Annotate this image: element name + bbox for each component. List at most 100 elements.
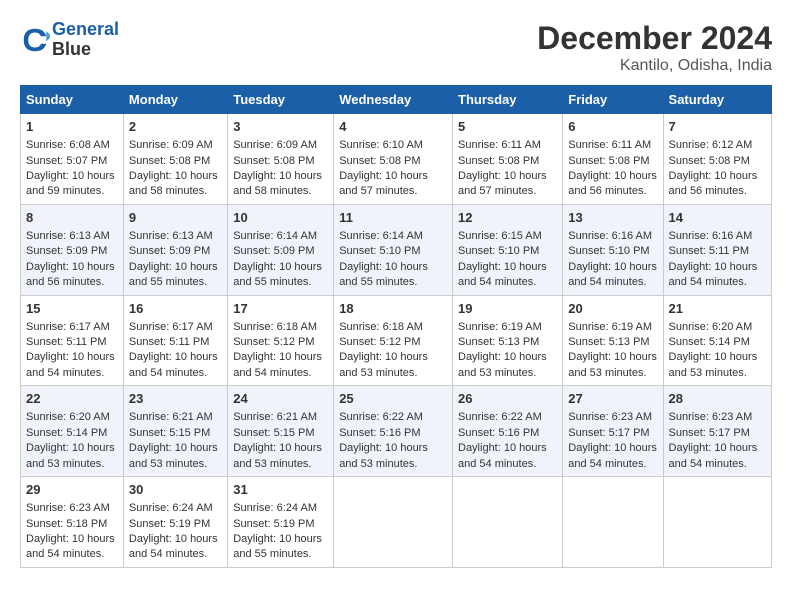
day-number: 15 — [26, 300, 118, 318]
sunrise-text: Sunrise: 6:21 AM — [233, 411, 317, 423]
day-number: 26 — [458, 390, 557, 408]
sunrise-text: Sunrise: 6:24 AM — [129, 502, 213, 514]
sunrise-text: Sunrise: 6:22 AM — [458, 411, 542, 423]
sunset-text: Sunset: 5:10 PM — [458, 245, 539, 257]
sunset-text: Sunset: 5:18 PM — [26, 518, 107, 530]
daylight-text: Daylight: 10 hours and 57 minutes. — [339, 170, 428, 197]
week-row-2: 8 Sunrise: 6:13 AM Sunset: 5:09 PM Daylight… — [21, 204, 772, 295]
sunrise-text: Sunrise: 6:22 AM — [339, 411, 423, 423]
daylight-text: Daylight: 10 hours and 54 minutes. — [669, 442, 758, 469]
daylight-text: Daylight: 10 hours and 54 minutes. — [568, 442, 657, 469]
sunrise-text: Sunrise: 6:21 AM — [129, 411, 213, 423]
sunset-text: Sunset: 5:15 PM — [129, 427, 210, 439]
sunrise-text: Sunrise: 6:23 AM — [669, 411, 753, 423]
sunset-text: Sunset: 5:14 PM — [669, 336, 750, 348]
sunset-text: Sunset: 5:08 PM — [458, 155, 539, 167]
sunset-text: Sunset: 5:10 PM — [568, 245, 649, 257]
daylight-text: Daylight: 10 hours and 54 minutes. — [26, 351, 115, 378]
day-number: 19 — [458, 300, 557, 318]
sunrise-text: Sunrise: 6:17 AM — [129, 321, 213, 333]
sunrise-text: Sunrise: 6:20 AM — [669, 321, 753, 333]
sunset-text: Sunset: 5:17 PM — [669, 427, 750, 439]
title-area: December 2024 Kantilo, Odisha, India — [537, 20, 772, 75]
day-number: 28 — [669, 390, 766, 408]
day-number: 5 — [458, 118, 557, 136]
sunset-text: Sunset: 5:08 PM — [339, 155, 420, 167]
calendar-cell: 19Sunrise: 6:19 AMSunset: 5:13 PMDayligh… — [453, 295, 563, 386]
calendar-cell: 21Sunrise: 6:20 AMSunset: 5:14 PMDayligh… — [663, 295, 771, 386]
sunrise-text: Sunrise: 6:20 AM — [26, 411, 110, 423]
calendar-cell: 30Sunrise: 6:24 AMSunset: 5:19 PMDayligh… — [123, 477, 227, 568]
day-number: 29 — [26, 481, 118, 499]
sunset-text: Sunset: 5:08 PM — [568, 155, 649, 167]
sunset-text: Sunset: 5:09 PM — [129, 245, 210, 257]
calendar-cell: 15Sunrise: 6:17 AMSunset: 5:11 PMDayligh… — [21, 295, 124, 386]
sunset-text: Sunset: 5:14 PM — [26, 427, 107, 439]
calendar-cell: 14Sunrise: 6:16 AMSunset: 5:11 PMDayligh… — [663, 204, 771, 295]
daylight-text: Daylight: 10 hours and 56 minutes. — [568, 170, 657, 197]
day-number: 3 — [233, 118, 328, 136]
day-number: 21 — [669, 300, 766, 318]
calendar-cell: 24Sunrise: 6:21 AMSunset: 5:15 PMDayligh… — [228, 386, 334, 477]
calendar-cell: 23 Sunrise: 6:21 AM Sunset: 5:15 PM Dayligh… — [123, 386, 227, 477]
day-header-wednesday: Wednesday — [334, 86, 453, 114]
calendar-cell: 22Sunrise: 6:20 AMSunset: 5:14 PMDayligh… — [21, 386, 124, 477]
sunrise-text: Sunrise: 6:14 AM — [339, 230, 423, 242]
sunrise-text: Sunrise: 6:08 AM — [26, 139, 110, 151]
sunrise-text: Sunrise: 6:15 AM — [458, 230, 542, 242]
daylight-text: Daylight: 10 hours and 56 minutes. — [669, 170, 758, 197]
sunrise-text: Sunrise: 6:12 AM — [669, 139, 753, 151]
logo-icon — [20, 25, 50, 55]
sunrise-text: Sunrise: 6:19 AM — [568, 321, 652, 333]
daylight-text: Daylight: 10 hours and 57 minutes. — [458, 170, 547, 197]
sunset-text: Sunset: 5:19 PM — [129, 518, 210, 530]
day-header-tuesday: Tuesday — [228, 86, 334, 114]
daylight-text: Daylight: 10 hours and 55 minutes. — [233, 533, 322, 560]
daylight-text: Daylight: 10 hours and 58 minutes. — [233, 170, 322, 197]
sunset-text: Sunset: 5:15 PM — [233, 427, 314, 439]
calendar-cell: 26Sunrise: 6:22 AMSunset: 5:16 PMDayligh… — [453, 386, 563, 477]
subtitle: Kantilo, Odisha, India — [537, 57, 772, 75]
day-header-thursday: Thursday — [453, 86, 563, 114]
sunrise-text: Sunrise: 6:13 AM — [26, 230, 110, 242]
sunset-text: Sunset: 5:08 PM — [233, 155, 314, 167]
sunrise-text: Sunrise: 6:11 AM — [568, 139, 651, 151]
calendar-cell: 8Sunrise: 6:13 AMSunset: 5:09 PMDaylight… — [21, 204, 124, 295]
calendar-cell: 29Sunrise: 6:23 AMSunset: 5:18 PMDayligh… — [21, 477, 124, 568]
sunrise-text: Sunrise: 6:23 AM — [26, 502, 110, 514]
daylight-text: Daylight: 10 hours and 53 minutes. — [233, 442, 322, 469]
sunrise-text: Sunrise: 6:16 AM — [568, 230, 652, 242]
calendar-cell: 13Sunrise: 6:16 AMSunset: 5:10 PMDayligh… — [563, 204, 663, 295]
sunset-text: Sunset: 5:13 PM — [458, 336, 539, 348]
calendar-cell — [334, 477, 453, 568]
daylight-text: Daylight: 10 hours and 53 minutes. — [129, 442, 218, 469]
daylight-text: Daylight: 10 hours and 54 minutes. — [568, 261, 657, 288]
day-number: 14 — [669, 209, 766, 227]
calendar-cell — [453, 477, 563, 568]
sunset-text: Sunset: 5:07 PM — [26, 155, 107, 167]
daylight-text: Daylight: 10 hours and 53 minutes. — [339, 442, 428, 469]
calendar-cell: 28 Sunrise: 6:23 AM Sunset: 5:17 PM Dayligh… — [663, 386, 771, 477]
main-title: December 2024 — [537, 20, 772, 57]
day-number: 11 — [339, 209, 447, 227]
sunset-text: Sunset: 5:12 PM — [233, 336, 314, 348]
day-number: 8 — [26, 209, 118, 227]
day-header-saturday: Saturday — [663, 86, 771, 114]
day-number: 27 — [568, 390, 657, 408]
calendar-cell: 2Sunrise: 6:09 AMSunset: 5:08 PMDaylight… — [123, 114, 227, 205]
sunset-text: Sunset: 5:17 PM — [568, 427, 649, 439]
day-number: 23 — [129, 390, 222, 408]
daylight-text: Daylight: 10 hours and 54 minutes. — [458, 442, 547, 469]
sunrise-text: Sunrise: 6:23 AM — [568, 411, 652, 423]
calendar-cell: 9Sunrise: 6:13 AMSunset: 5:09 PMDaylight… — [123, 204, 227, 295]
sunset-text: Sunset: 5:08 PM — [669, 155, 750, 167]
calendar-cell: 20Sunrise: 6:19 AMSunset: 5:13 PMDayligh… — [563, 295, 663, 386]
day-number: 30 — [129, 481, 222, 499]
day-header-monday: Monday — [123, 86, 227, 114]
daylight-text: Daylight: 10 hours and 55 minutes. — [233, 261, 322, 288]
sunrise-text: Sunrise: 6:13 AM — [129, 230, 213, 242]
daylight-text: Daylight: 10 hours and 53 minutes. — [339, 351, 428, 378]
week-row-5: 29 Sunrise: 6:23 AM Sunset: 5:18 PM Dayligh… — [21, 477, 772, 568]
calendar-cell: 7Sunrise: 6:12 AMSunset: 5:08 PMDaylight… — [663, 114, 771, 205]
day-number: 4 — [339, 118, 447, 136]
